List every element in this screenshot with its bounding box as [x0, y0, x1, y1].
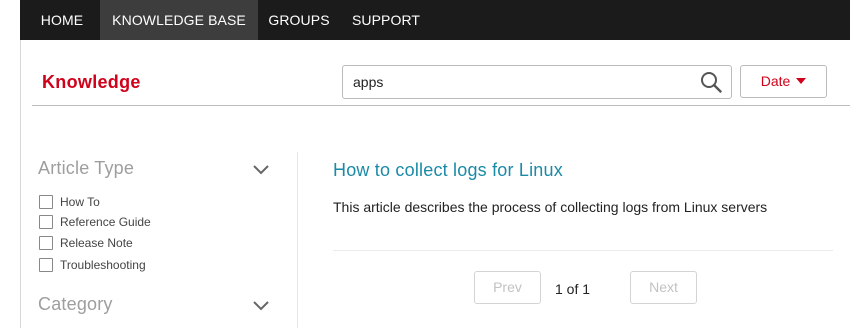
checkbox[interactable]: [39, 258, 53, 272]
results-divider: [333, 250, 833, 251]
nav-item-support[interactable]: SUPPORT: [346, 0, 426, 40]
top-navigation: HOME KNOWLEDGE BASE GROUPS SUPPORT: [20, 0, 850, 40]
chevron-down-icon[interactable]: [252, 164, 270, 176]
search-icon[interactable]: [700, 71, 722, 93]
nav-item-home[interactable]: HOME: [28, 0, 96, 40]
facet-option-reference-guide[interactable]: Reference Guide: [39, 214, 151, 230]
sort-date-label: Date: [760, 73, 791, 89]
facet-option-troubleshooting[interactable]: Troubleshooting: [39, 257, 146, 273]
facet-title-article-type[interactable]: Article Type: [38, 158, 134, 179]
prev-page-button[interactable]: Prev: [474, 271, 541, 304]
facet-option-label: How To: [60, 195, 100, 209]
result-description: This article describes the process of co…: [333, 199, 768, 215]
checkbox[interactable]: [39, 215, 53, 229]
search-box: [342, 65, 732, 99]
result-title-link[interactable]: How to collect logs for Linux: [333, 160, 563, 181]
facet-option-release-note[interactable]: Release Note: [39, 235, 133, 251]
facet-option-how-to[interactable]: How To: [39, 194, 100, 210]
header-divider: [32, 105, 850, 106]
chevron-down-icon[interactable]: [252, 300, 270, 312]
facet-title-category[interactable]: Category: [38, 294, 113, 315]
facet-option-label: Troubleshooting: [60, 258, 146, 272]
search-input[interactable]: [353, 66, 653, 98]
checkbox[interactable]: [39, 236, 53, 250]
sort-date-button[interactable]: Date: [740, 65, 827, 98]
nav-item-groups[interactable]: GROUPS: [262, 0, 336, 40]
nav-item-knowledge-base[interactable]: KNOWLEDGE BASE: [100, 0, 258, 40]
page-indicator: 1 of 1: [555, 281, 591, 297]
page-title: Knowledge: [42, 72, 141, 92]
checkbox[interactable]: [39, 195, 53, 209]
facet-option-label: Release Note: [60, 236, 133, 250]
next-page-button[interactable]: Next: [630, 271, 697, 304]
sidebar-divider: [297, 152, 298, 328]
caret-down-icon: [796, 78, 807, 85]
facet-option-label: Reference Guide: [60, 215, 151, 229]
